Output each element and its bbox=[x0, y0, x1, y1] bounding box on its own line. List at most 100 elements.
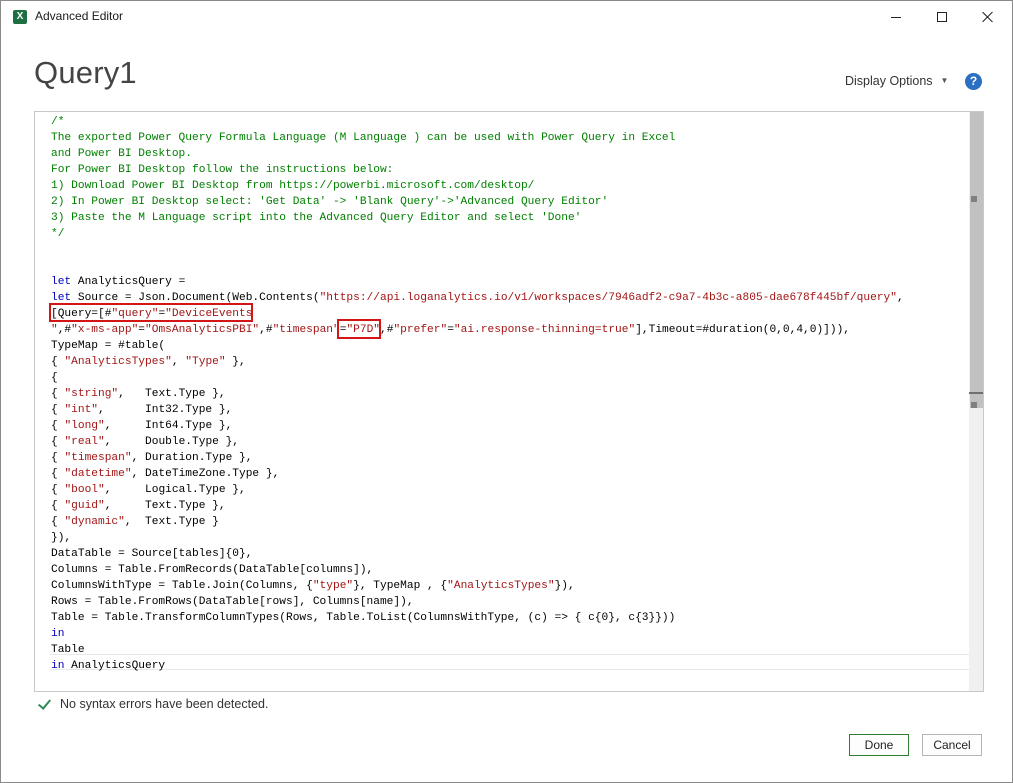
code-token: }), bbox=[554, 580, 575, 592]
code-token: DataTable = Source[tables]{0}, bbox=[51, 548, 253, 560]
code-token: { bbox=[51, 436, 65, 448]
code-token: { bbox=[51, 516, 65, 528]
code-token: , Logical.Type }, bbox=[104, 484, 246, 496]
code-line[interactable]: */ bbox=[51, 226, 967, 242]
maximize-button[interactable] bbox=[919, 1, 965, 33]
code-line[interactable]: /* bbox=[51, 114, 967, 130]
timespan-highlight-box bbox=[337, 319, 381, 339]
code-token: For Power BI Desktop follow the instruct… bbox=[51, 164, 394, 176]
maximize-icon bbox=[937, 12, 947, 22]
code-content[interactable]: /* The exported Power Query Formula Langu… bbox=[51, 114, 967, 674]
code-line[interactable]: The exported Power Query Formula Languag… bbox=[51, 130, 967, 146]
code-token: AnalyticsQuery = bbox=[71, 276, 186, 288]
scrollbar-position-marker bbox=[969, 392, 983, 394]
code-line[interactable]: { "int", Int32.Type }, bbox=[51, 402, 967, 418]
advanced-editor-window: X Advanced Editor Query1 Display Options… bbox=[0, 0, 1013, 783]
code-token: "prefer" bbox=[393, 324, 448, 336]
code-line[interactable]: { "string", Text.Type }, bbox=[51, 386, 967, 402]
code-line[interactable]: 1) Download Power BI Desktop from https:… bbox=[51, 178, 967, 194]
code-token: TypeMap = #table( bbox=[51, 340, 166, 352]
vertical-scrollbar[interactable] bbox=[969, 112, 983, 691]
chevron-down-icon: ▼ bbox=[940, 75, 949, 85]
syntax-status-message: No syntax errors have been detected. bbox=[60, 697, 269, 711]
code-token: , Duration.Type }, bbox=[131, 452, 253, 464]
code-line[interactable]: Table = Table.TransformColumnTypes(Rows,… bbox=[51, 610, 967, 626]
display-options-label: Display Options bbox=[845, 74, 933, 88]
code-token: ,# bbox=[380, 324, 394, 336]
code-token: Rows = Table.FromRows(DataTable[rows], C… bbox=[51, 596, 414, 608]
code-token: ,# bbox=[259, 324, 273, 336]
code-line[interactable]: Columns = Table.FromRecords(DataTable[co… bbox=[51, 562, 967, 578]
code-line[interactable]: ColumnsWithType = Table.Join(Columns, {"… bbox=[51, 578, 967, 594]
query-highlight-box bbox=[49, 303, 253, 322]
query-name-heading: Query1 bbox=[34, 55, 137, 90]
code-token: "dynamic" bbox=[64, 516, 125, 528]
code-line[interactable]: { "AnalyticsTypes", "Type" }, bbox=[51, 354, 967, 370]
scrollbar-marker bbox=[971, 402, 977, 408]
code-token: "ai.response-thinning=true" bbox=[453, 324, 636, 336]
code-line[interactable]: { "dynamic", Text.Type } bbox=[51, 514, 967, 530]
code-token: = bbox=[138, 324, 146, 336]
code-token: "int" bbox=[64, 404, 99, 416]
title-bar[interactable]: X Advanced Editor bbox=[1, 1, 1012, 33]
code-token: , Text.Type }, bbox=[118, 388, 226, 400]
code-token: = bbox=[447, 324, 454, 336]
code-line[interactable]: Rows = Table.FromRows(DataTable[rows], C… bbox=[51, 594, 967, 610]
code-line[interactable]: { bbox=[51, 370, 967, 386]
code-line[interactable]: let AnalyticsQuery = bbox=[51, 274, 967, 290]
checkmark-icon bbox=[38, 697, 52, 711]
code-line[interactable]: { "long", Int64.Type }, bbox=[51, 418, 967, 434]
code-token: "type" bbox=[312, 580, 354, 592]
code-line[interactable] bbox=[51, 258, 967, 274]
code-token: { bbox=[51, 500, 65, 512]
window-title: Advanced Editor bbox=[35, 9, 124, 23]
display-options-dropdown[interactable]: Display Options ▼ bbox=[845, 74, 948, 88]
code-token: 2) In Power BI Desktop select: 'Get Data… bbox=[51, 196, 609, 208]
code-line[interactable]: in bbox=[51, 626, 967, 642]
minimize-button[interactable] bbox=[873, 1, 919, 33]
code-line[interactable]: and Power BI Desktop. bbox=[51, 146, 967, 162]
code-line[interactable]: in AnalyticsQuery bbox=[51, 658, 967, 674]
help-icon[interactable]: ? bbox=[965, 73, 982, 90]
code-line[interactable]: Table bbox=[51, 642, 967, 658]
code-token: "https://api.loganalytics.io/v1/workspac… bbox=[319, 292, 897, 304]
code-token: 1) Download Power BI Desktop from https:… bbox=[51, 180, 535, 192]
code-token: /* bbox=[51, 116, 65, 128]
code-line[interactable]: TypeMap = #table( bbox=[51, 338, 967, 354]
code-line[interactable]: 2) In Power BI Desktop select: 'Get Data… bbox=[51, 194, 967, 210]
code-line[interactable]: { "datetime", DateTimeZone.Type }, bbox=[51, 466, 967, 482]
code-line[interactable] bbox=[51, 242, 967, 258]
code-line[interactable]: { "guid", Text.Type }, bbox=[51, 498, 967, 514]
code-line[interactable]: For Power BI Desktop follow the instruct… bbox=[51, 162, 967, 178]
code-token: "long" bbox=[64, 420, 105, 432]
code-token: { bbox=[51, 452, 65, 464]
code-token: Columns = Table.FromRecords(DataTable[co… bbox=[51, 564, 374, 576]
code-line[interactable]: { "timespan", Duration.Type }, bbox=[51, 450, 967, 466]
code-token: , bbox=[171, 356, 186, 368]
code-token: }, bbox=[225, 356, 246, 368]
code-token: The exported Power Query Formula Languag… bbox=[51, 132, 676, 144]
code-line[interactable]: { "real", Double.Type }, bbox=[51, 434, 967, 450]
code-token: , DateTimeZone.Type }, bbox=[131, 468, 280, 480]
code-token: "real" bbox=[64, 436, 105, 448]
code-token: { bbox=[51, 372, 58, 384]
scrollbar-thumb[interactable] bbox=[970, 112, 983, 408]
code-token: in bbox=[51, 628, 65, 640]
code-line[interactable]: 3) Paste the M Language script into the … bbox=[51, 210, 967, 226]
close-button[interactable] bbox=[965, 1, 1011, 33]
code-token: "x-ms-app" bbox=[71, 324, 139, 336]
done-button[interactable]: Done bbox=[849, 734, 909, 756]
cancel-button[interactable]: Cancel bbox=[922, 734, 982, 756]
code-editor[interactable]: /* The exported Power Query Formula Langu… bbox=[34, 111, 984, 692]
code-line[interactable]: { "bool", Logical.Type }, bbox=[51, 482, 967, 498]
code-token: "timespan" bbox=[64, 452, 132, 464]
code-token: { bbox=[51, 404, 65, 416]
code-token: ColumnsWithType = Table.Join(Columns, { bbox=[51, 580, 313, 592]
code-token: "string" bbox=[64, 388, 119, 400]
code-token: }), bbox=[51, 532, 72, 544]
code-line[interactable]: DataTable = Source[tables]{0}, bbox=[51, 546, 967, 562]
code-token: Table = Table.TransformColumnTypes(Rows,… bbox=[51, 612, 676, 624]
code-line[interactable]: }), bbox=[51, 530, 967, 546]
code-token: let bbox=[51, 276, 72, 288]
code-line[interactable]: ",#"x-ms-app"="OmsAnalyticsPBI",#"timesp… bbox=[51, 322, 967, 338]
